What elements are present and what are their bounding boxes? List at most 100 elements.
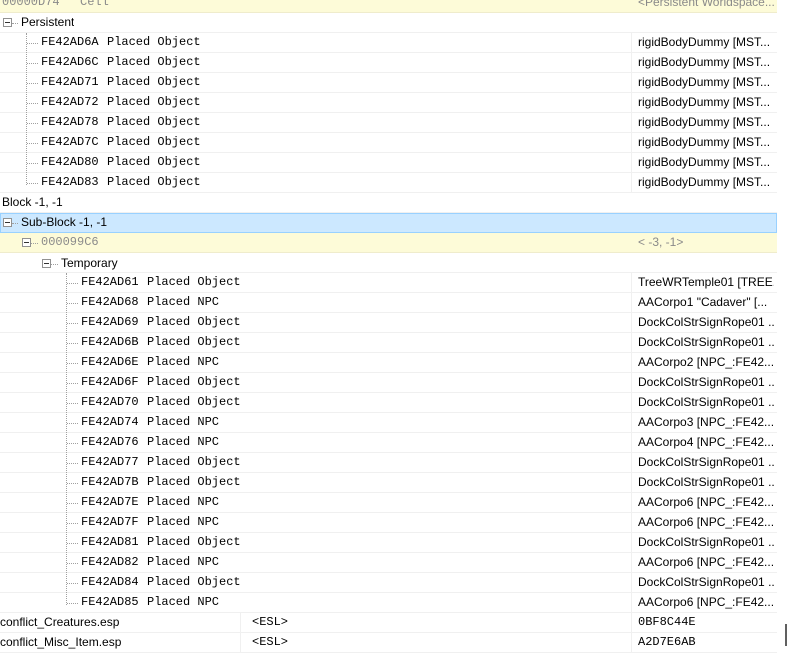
- record-type: Placed NPC: [147, 555, 220, 569]
- record-type: Placed Object: [147, 575, 241, 589]
- record-type: Placed Object: [107, 115, 201, 129]
- record-type: Placed Object: [107, 155, 201, 169]
- temporary-item-row[interactable]: FE42AD7E Placed NPC AACorpo6 [NPC_:FE42...: [0, 493, 777, 513]
- record-value: DockColStrSignRope01 ...: [638, 315, 774, 329]
- record-formid: FE42AD68: [81, 295, 139, 309]
- cell-id: 000099C6: [41, 235, 99, 249]
- record-value: rigidBodyDummy [MST...: [638, 95, 771, 109]
- subblock-row[interactable]: Sub-Block -1, -1: [0, 213, 777, 233]
- record-type: Placed NPC: [147, 355, 220, 369]
- persistent-item-row[interactable]: FE42AD6A Placed Object rigidBodyDummy [MST…: [0, 33, 777, 53]
- block-label: Block -1, -1: [2, 195, 63, 209]
- record-value: rigidBodyDummy [MST...: [638, 175, 771, 189]
- persistent-item-row[interactable]: FE42AD80 Placed Object rigidBodyDummy [MST…: [0, 153, 777, 173]
- record-value: rigidBodyDummy [MST...: [638, 75, 771, 89]
- record-type: Placed NPC: [147, 295, 220, 309]
- record-formid: FE42AD82: [81, 555, 139, 569]
- record-type: Placed Object: [147, 455, 241, 469]
- temporary-item-row[interactable]: FE42AD6E Placed NPC AACorpo2 [NPC_:FE42...: [0, 353, 777, 373]
- record-type: Placed NPC: [147, 415, 220, 429]
- record-formid: FE42AD6F: [81, 375, 139, 389]
- record-formid: FE42AD6B: [81, 335, 139, 349]
- record-type: Placed Object: [147, 375, 241, 389]
- record-value: AACorpo4 [NPC_:FE42...: [638, 435, 774, 449]
- collapse-icon[interactable]: [3, 18, 12, 27]
- persistent-group-row[interactable]: Persistent: [0, 13, 777, 33]
- record-type: Placed NPC: [147, 495, 220, 509]
- record-type: Placed NPC: [147, 515, 220, 529]
- temporary-item-row[interactable]: FE42AD68 Placed NPC AACorpo1 "Cadaver" [..…: [0, 293, 777, 313]
- cell-value: <Persistent Worldspace...: [638, 0, 774, 9]
- temporary-item-row[interactable]: FE42AD70 Placed Object DockColStrSignRope0…: [0, 393, 777, 413]
- persistent-item-row[interactable]: FE42AD7C Placed Object rigidBodyDummy [MST…: [0, 133, 777, 153]
- record-formid: FE42AD85: [81, 595, 139, 609]
- temporary-item-row[interactable]: FE42AD69 Placed Object DockColStrSignRope0…: [0, 313, 777, 333]
- record-type: Placed Object: [147, 395, 241, 409]
- plugin-hash: 0BF8C44E: [638, 615, 696, 629]
- cell-type: Cell: [80, 0, 109, 9]
- record-type: Placed Object: [107, 75, 201, 89]
- temporary-item-row[interactable]: FE42AD76 Placed NPC AACorpo4 [NPC_:FE42...: [0, 433, 777, 453]
- plugin-hash: A2D7E6AB: [638, 635, 696, 649]
- collapse-icon[interactable]: [3, 218, 12, 227]
- cell-row-2[interactable]: 000099C6 < -3, -1>: [0, 233, 777, 253]
- vertical-scrollbar[interactable]: [777, 0, 794, 646]
- record-formid: FE42AD71: [41, 75, 99, 89]
- temporary-item-row[interactable]: FE42AD81 Placed Object DockColStrSignRope0…: [0, 533, 777, 553]
- temporary-item-row[interactable]: FE42AD7B Placed Object DockColStrSignRope0…: [0, 473, 777, 493]
- plugin-flag: <ESL>: [252, 615, 289, 629]
- record-type: Placed Object: [107, 35, 201, 49]
- temporary-item-row[interactable]: FE42AD85 Placed NPC AACorpo6 [NPC_:FE42...: [0, 593, 777, 613]
- temporary-item-row[interactable]: FE42AD84 Placed Object DockColStrSignRope0…: [0, 573, 777, 593]
- record-value: AACorpo3 [NPC_:FE42...: [638, 415, 774, 429]
- persistent-item-row[interactable]: FE42AD6C Placed Object rigidBodyDummy [MST…: [0, 53, 777, 73]
- record-formid: FE42AD80: [41, 155, 99, 169]
- record-type: Placed NPC: [147, 595, 220, 609]
- temporary-item-row[interactable]: FE42AD6B Placed Object DockColStrSignRope0…: [0, 333, 777, 353]
- record-value: rigidBodyDummy [MST...: [638, 35, 771, 49]
- collapse-icon[interactable]: [42, 259, 51, 268]
- record-value: rigidBodyDummy [MST...: [638, 55, 771, 69]
- record-value: rigidBodyDummy [MST...: [638, 115, 771, 129]
- plugin-filename: conflict_Misc_Item.esp: [0, 635, 122, 649]
- plugin-flag: <ESL>: [252, 635, 289, 649]
- temporary-item-row[interactable]: FE42AD61 Placed Object TreeWRTemple01 [TRE…: [0, 273, 777, 293]
- record-formid: FE42AD6C: [41, 55, 99, 69]
- block-row[interactable]: Block -1, -1: [0, 193, 777, 213]
- record-value: rigidBodyDummy [MST...: [638, 135, 771, 149]
- record-formid: FE42AD72: [41, 95, 99, 109]
- record-formid: FE42AD61: [81, 275, 139, 289]
- cell-value: < -3, -1>: [638, 235, 684, 249]
- persistent-item-row[interactable]: FE42AD72 Placed Object rigidBodyDummy [MST…: [0, 93, 777, 113]
- persistent-item-row[interactable]: FE42AD71 Placed Object rigidBodyDummy [MST…: [0, 73, 777, 93]
- temporary-item-row[interactable]: FE42AD77 Placed Object DockColStrSignRope0…: [0, 453, 777, 473]
- temporary-item-row[interactable]: FE42AD82 Placed NPC AACorpo6 [NPC_:FE42...: [0, 553, 777, 573]
- record-value: AACorpo2 [NPC_:FE42...: [638, 355, 774, 369]
- persistent-item-row[interactable]: FE42AD78 Placed Object rigidBodyDummy [MST…: [0, 113, 777, 133]
- plugin-file-row[interactable]: conflict_Misc_Item.esp <ESL> A2D7E6AB: [0, 633, 777, 653]
- cell-row[interactable]: 00000D74 Cell <Persistent Worldspace...: [0, 0, 777, 13]
- record-formid: FE42AD83: [41, 175, 99, 189]
- temporary-item-row[interactable]: FE42AD6F Placed Object DockColStrSignRope0…: [0, 373, 777, 393]
- record-type: Placed Object: [107, 55, 201, 69]
- record-value: DockColStrSignRope01 ...: [638, 475, 774, 489]
- collapse-icon[interactable]: [22, 238, 31, 247]
- temporary-item-row[interactable]: FE42AD7F Placed NPC AACorpo6 [NPC_:FE42...: [0, 513, 777, 533]
- record-type: Placed Object: [147, 275, 241, 289]
- temporary-group-row[interactable]: Temporary: [0, 253, 777, 273]
- record-formid: FE42AD7C: [41, 135, 99, 149]
- record-type: Placed Object: [107, 175, 201, 189]
- record-value: AACorpo6 [NPC_:FE42...: [638, 595, 774, 609]
- scrollbar-thumb[interactable]: [785, 624, 787, 646]
- record-value: DockColStrSignRope01 ...: [638, 335, 774, 349]
- plugin-file-row[interactable]: conflict_Creatures.esp <ESL> 0BF8C44E: [0, 613, 777, 633]
- record-formid: FE42AD78: [41, 115, 99, 129]
- record-value: TreeWRTemple01 [TREE...: [638, 275, 774, 289]
- record-formid: FE42AD81: [81, 535, 139, 549]
- temporary-item-row[interactable]: FE42AD74 Placed NPC AACorpo3 [NPC_:FE42...: [0, 413, 777, 433]
- record-formid: FE42AD77: [81, 455, 139, 469]
- record-formid: FE42AD6A: [41, 35, 99, 49]
- record-value: AACorpo6 [NPC_:FE42...: [638, 515, 774, 529]
- persistent-item-row[interactable]: FE42AD83 Placed Object rigidBodyDummy [MST…: [0, 173, 777, 193]
- record-formid: FE42AD7E: [81, 495, 139, 509]
